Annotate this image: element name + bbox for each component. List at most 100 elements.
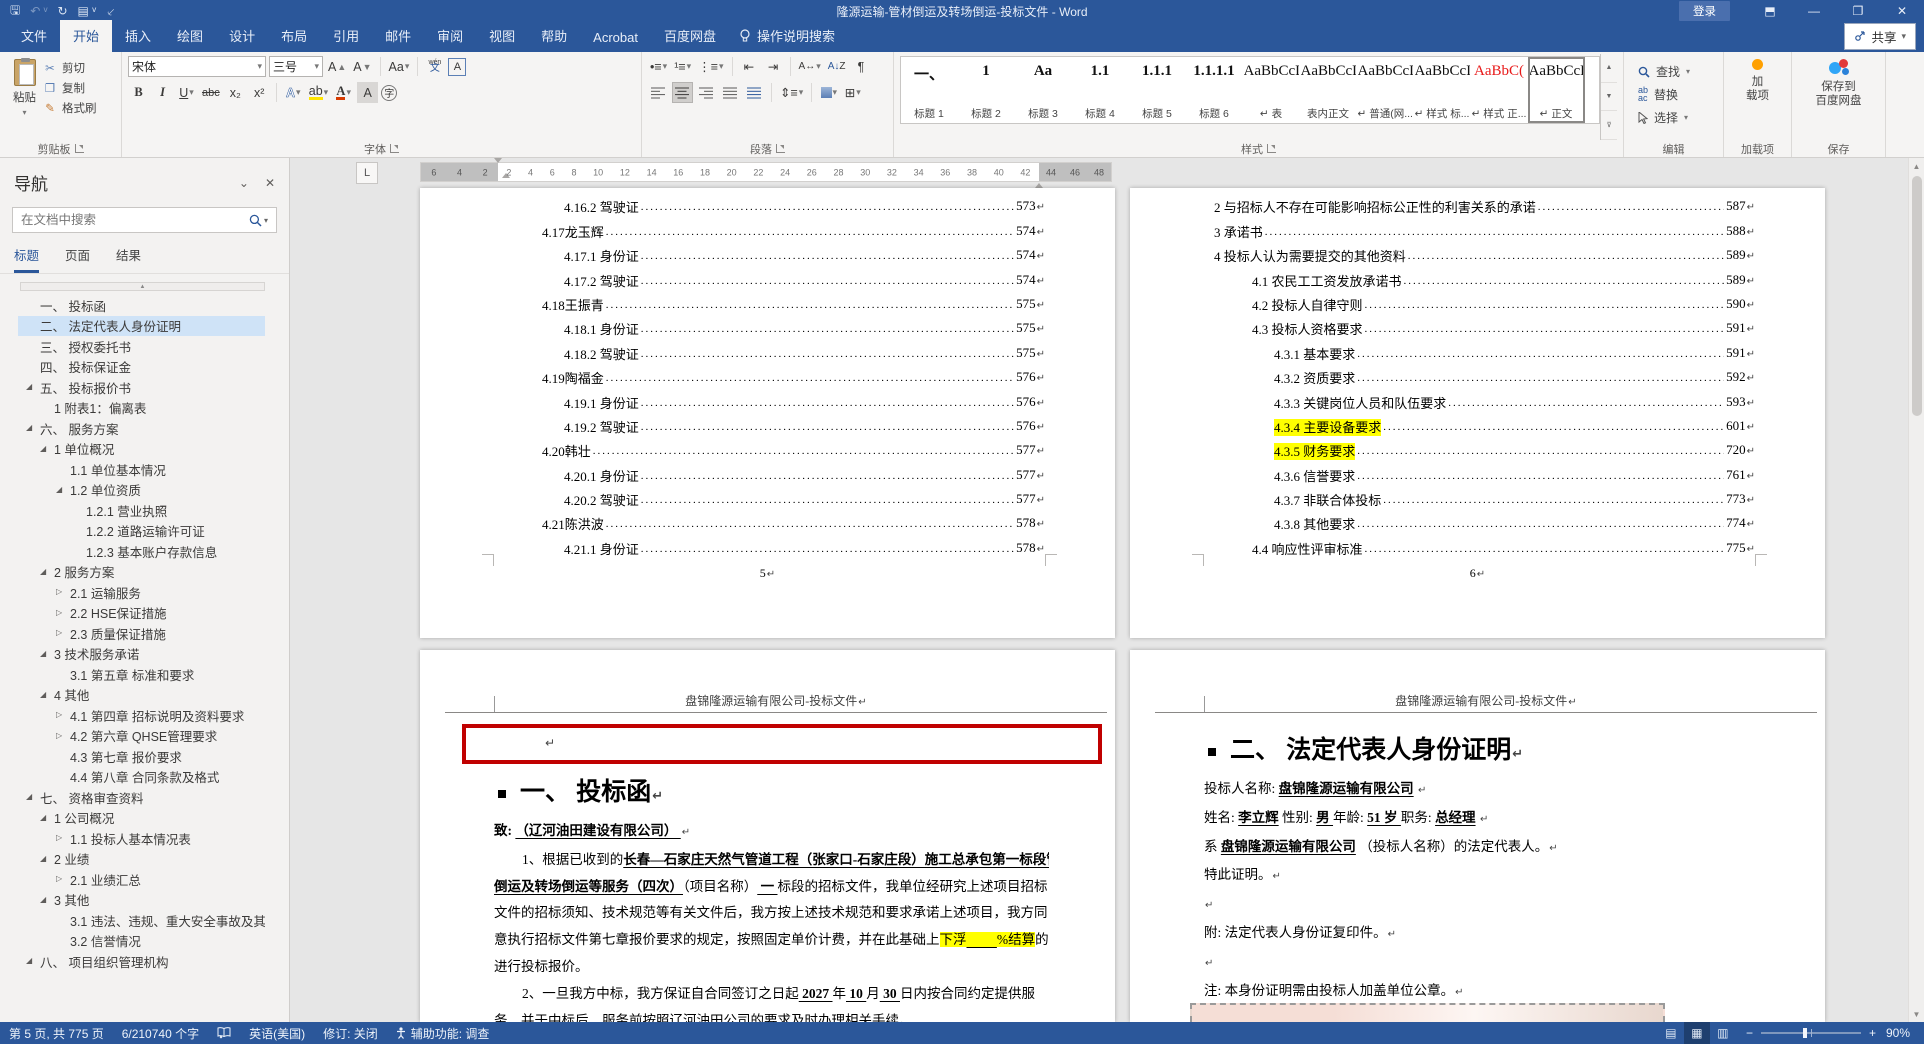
- copy-button[interactable]: ❐ 复制: [43, 80, 97, 96]
- collapse-icon[interactable]: ◢: [26, 423, 32, 432]
- nav-heading-item[interactable]: 1.2.3 基本账户存款信息: [18, 541, 265, 562]
- nav-heading-item[interactable]: ◢ 2 业绩: [18, 849, 265, 870]
- nav-heading-item[interactable]: ▷ 4.2 第六章 QHSE管理要求: [18, 726, 265, 747]
- toc-row[interactable]: 4.18.2 驾驶证..............................…: [494, 338, 1045, 362]
- nav-heading-item[interactable]: 1 附表1：偏离表: [18, 398, 265, 419]
- shrink-font-button[interactable]: A ▼: [351, 56, 373, 77]
- expand-icon[interactable]: ▷: [56, 608, 62, 617]
- toc-row[interactable]: 4.19陶福金.................................…: [494, 363, 1045, 387]
- style-item[interactable]: AaBbCcDdE↵ 正文: [1528, 57, 1585, 123]
- nav-heading-item[interactable]: 1.2.2 道路运输许可证: [18, 521, 265, 542]
- paragraph-dialog-launcher[interactable]: [776, 144, 785, 153]
- nav-heading-item[interactable]: ◢ 1 公司概况: [18, 808, 265, 829]
- zoom-slider-thumb[interactable]: [1802, 1028, 1807, 1038]
- style-item[interactable]: 一、 标题 1: [901, 57, 958, 123]
- character-border-button[interactable]: A: [448, 57, 467, 76]
- increase-indent-button[interactable]: ⇥: [763, 56, 784, 77]
- toc-row[interactable]: 4.3.4 主要设备要求............................…: [1204, 412, 1755, 436]
- tab-1[interactable]: 文件: [8, 20, 60, 52]
- accessibility-indicator[interactable]: 辅助功能: 调查: [387, 1025, 499, 1042]
- restore-button[interactable]: ❐: [1836, 0, 1880, 22]
- zoom-level[interactable]: 90%: [1886, 1026, 1924, 1040]
- nav-chevron-down-icon[interactable]: ⌄: [239, 176, 249, 190]
- proofing-icon[interactable]: [208, 1027, 240, 1039]
- borders-button[interactable]: ⊞ ▾: [842, 82, 863, 103]
- font-name-select[interactable]: 宋体 ▾: [128, 56, 266, 77]
- nav-heading-item[interactable]: ▷ 1.1 投标人基本情况表: [18, 828, 265, 849]
- page-7[interactable]: 盘锦隆源运输有限公司-投标文件↵ ↵ 一、 投标函↵ 致: （辽河油田建设有限公…: [420, 650, 1115, 1022]
- right-indent-marker[interactable]: [1035, 173, 1043, 188]
- change-case-button[interactable]: Aa ▾: [387, 56, 412, 77]
- minimize-button[interactable]: —: [1792, 0, 1836, 22]
- nav-heading-item[interactable]: ◢ 4 其他: [18, 685, 265, 706]
- underline-button[interactable]: U ▾: [176, 82, 197, 103]
- scroll-down-icon[interactable]: ▼: [1909, 1006, 1924, 1022]
- collapse-icon[interactable]: ◢: [26, 956, 32, 965]
- collapse-icon[interactable]: ◢: [26, 792, 32, 801]
- track-changes-indicator[interactable]: 修订: 关闭: [314, 1025, 387, 1042]
- replace-button[interactable]: ab ac 替换: [1638, 86, 1690, 103]
- shading-button[interactable]: ▾: [818, 82, 839, 103]
- tab-5[interactable]: 设计: [216, 20, 268, 52]
- share-button[interactable]: 共享 ▾: [1844, 23, 1916, 50]
- tab-2[interactable]: 开始: [60, 20, 113, 52]
- nav-heading-item[interactable]: ▷ 2.1 运输服务: [18, 582, 265, 603]
- web-layout-button[interactable]: ▥: [1710, 1022, 1736, 1044]
- save-to-baidu-button[interactable]: 保存到 百度网盘: [1809, 56, 1869, 140]
- nav-heading-item[interactable]: 3.2 信誉情况: [18, 931, 265, 952]
- italic-button[interactable]: I: [152, 82, 173, 103]
- nav-heading-item[interactable]: 4.3 第七章 报价要求: [18, 746, 265, 767]
- style-item[interactable]: Aa 标题 3: [1015, 57, 1072, 123]
- tab-7[interactable]: 引用: [320, 20, 372, 52]
- tab-12[interactable]: Acrobat: [580, 24, 651, 52]
- strikethrough-button[interactable]: abc: [200, 82, 222, 103]
- nav-tab-1[interactable]: 标题: [14, 245, 40, 273]
- subscript-button[interactable]: x₂: [225, 82, 246, 103]
- collapse-icon[interactable]: ◢: [40, 649, 46, 658]
- toc-row[interactable]: 4.21陈洪波.................................…: [494, 509, 1045, 533]
- select-button[interactable]: 选择 ▾: [1638, 109, 1690, 126]
- sort-button[interactable]: A↓ Z: [826, 56, 848, 77]
- nav-heading-item[interactable]: ▷ 2.3 质量保证措施: [18, 623, 265, 644]
- embedded-image[interactable]: [1190, 1003, 1665, 1022]
- toc-row[interactable]: 4.20.1 身份证..............................…: [494, 460, 1045, 484]
- toc-row[interactable]: 4.18.1 身份证..............................…: [494, 314, 1045, 338]
- align-center-button[interactable]: [672, 82, 693, 103]
- nav-heading-item[interactable]: ◢ 3 技术服务承诺: [18, 644, 265, 665]
- vertical-scrollbar[interactable]: ▲ ▼: [1908, 158, 1924, 1022]
- toc-row[interactable]: 4.3.7 非联合体投标............................…: [1204, 485, 1755, 509]
- nav-heading-item[interactable]: 1.2.1 营业执照: [18, 500, 265, 521]
- cut-button[interactable]: ✂ 剪切: [43, 60, 97, 76]
- language-indicator[interactable]: 英语(美国): [240, 1025, 314, 1042]
- close-button[interactable]: ✕: [1880, 0, 1924, 22]
- nav-search-dropdown-icon[interactable]: ▾: [264, 216, 268, 225]
- style-item[interactable]: AaBbCcDc↵ 表: [1243, 57, 1300, 123]
- style-item[interactable]: 1.1.1 标题 5: [1129, 57, 1186, 123]
- asian-layout-button[interactable]: A↔ ▾: [797, 56, 823, 77]
- toc-row[interactable]: 4.4 响应性评审标准.............................…: [1204, 533, 1755, 557]
- numbering-button[interactable]: ¹≡ ▾: [672, 56, 693, 77]
- tab-13[interactable]: 百度网盘: [651, 20, 729, 52]
- collapse-icon[interactable]: ◢: [40, 567, 46, 576]
- clipboard-dialog-launcher[interactable]: [74, 144, 84, 153]
- addins-button[interactable]: 加 载项: [1739, 56, 1776, 140]
- grow-font-button[interactable]: A ▲: [326, 56, 348, 77]
- line-spacing-button[interactable]: ⇕≡ ▾: [778, 82, 805, 103]
- page-8[interactable]: 盘锦隆源运输有限公司-投标文件↵ 二、 法定代表人身份证明↵ 投标人名称: 盘锦…: [1130, 650, 1825, 1022]
- tab-4[interactable]: 绘图: [164, 20, 216, 52]
- styles-dialog-launcher[interactable]: [1267, 144, 1276, 153]
- nav-heading-item[interactable]: 三、 授权委托书: [18, 336, 265, 357]
- decrease-indent-button[interactable]: ⇤: [739, 56, 760, 77]
- toc-row[interactable]: 4.2 投标人自律守则.............................…: [1204, 290, 1755, 314]
- style-item[interactable]: 1.1 标题 4: [1072, 57, 1129, 123]
- collapse-icon[interactable]: ◢: [40, 444, 46, 453]
- tab-6[interactable]: 布局: [268, 20, 320, 52]
- toc-row[interactable]: 4.17龙玉辉.................................…: [494, 216, 1045, 240]
- toc-row[interactable]: 3 承诺书...................................…: [1204, 216, 1755, 240]
- expand-icon[interactable]: ▷: [56, 587, 62, 596]
- toc-row[interactable]: 4.18王振青.................................…: [494, 290, 1045, 314]
- style-item[interactable]: AaBbCcDc↵ 普通(网...: [1357, 57, 1414, 123]
- horizontal-ruler[interactable]: 642 2 4 6 8 10 12 14 16 18 20 22 24 26 28 30 32 34 36 38 40…: [420, 158, 1112, 188]
- expand-icon[interactable]: ▷: [56, 710, 62, 719]
- font-dialog-launcher[interactable]: [390, 144, 399, 153]
